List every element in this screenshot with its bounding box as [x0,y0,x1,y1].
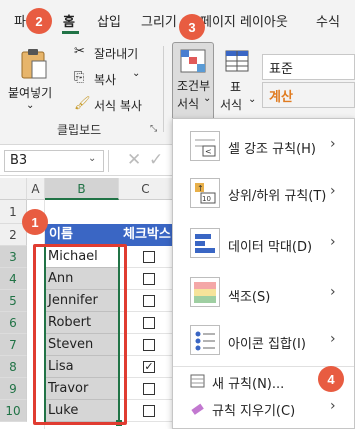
checkbox-cell [119,246,173,268]
row-header-7[interactable]: 7 [0,334,27,356]
checkbox-cell [119,334,173,356]
row-header-6[interactable]: 6 [0,312,27,334]
checkbox-cell: ✓ [119,356,173,378]
table-format-label-2: 서식 [220,98,243,112]
tab-insert[interactable]: 삽입 [97,11,121,30]
row-header-3[interactable]: 3 [0,246,27,268]
copy-icon: ⎘ [74,70,85,85]
conditional-format-label-2: 서식 [177,97,200,111]
checkbox[interactable] [143,295,155,307]
menu-item-clear-rules[interactable]: 규칙 지우기(C) [212,400,295,419]
step-badge-2: 2 [26,8,52,34]
checkbox-cell [119,312,173,334]
highlight-cells-rules-icon: < [190,131,220,161]
chevron-right-icon: › [330,284,336,300]
chevron-right-icon: › [330,136,336,152]
row-header-8[interactable]: 8 [0,356,27,378]
checkbox-checked[interactable]: ✓ [143,361,155,373]
conditional-format-button[interactable]: 조건부 서식 ⌄ [172,42,214,122]
conditional-format-icon [180,49,206,73]
highlight-box [33,244,127,425]
row-header-4[interactable]: 4 [0,268,27,290]
table-grid-icon [225,50,249,72]
icon-sets-icon [190,325,220,355]
checkbox[interactable] [143,383,155,395]
enter-check-icon[interactable]: ✓ [149,150,163,170]
column-header-c[interactable]: C [119,178,173,200]
menu-item-highlight-rules[interactable]: 셀 강조 규칙(H) [228,138,316,157]
clipboard-group-label: 클립보드 [57,123,102,137]
step-badge-4: 4 [318,366,344,392]
menu-item-data-bars[interactable]: 데이터 막대(D) [228,236,312,255]
new-rule-icon [190,374,206,393]
column-header-b[interactable]: B [45,178,119,200]
row-header-5[interactable]: 5 [0,290,27,312]
formula-divider [108,150,109,172]
checkbox[interactable] [143,405,155,417]
chevron-right-icon: › [330,398,336,414]
chevron-right-icon: › [330,331,336,347]
row-header-10[interactable]: 10 [0,400,27,422]
clipboard-paste-icon [21,49,47,79]
number-format-dropdown[interactable]: 표준 [262,54,355,80]
dialog-launcher-icon[interactable]: ⤡ [150,124,157,134]
format-painter-label: 서식 복사 [94,99,142,113]
tab-draw[interactable]: 그리기 [141,11,177,30]
checkbox[interactable] [143,317,155,329]
chevron-right-icon: › [330,234,336,250]
paste-label: 붙여넣기 [8,86,53,100]
eraser-icon [190,400,206,419]
chevron-down-icon: ⌄ [203,93,212,104]
data-bars-icon [190,228,220,258]
checkbox[interactable] [143,251,155,263]
svg-text:↑: ↑ [197,184,204,193]
header-name-cell[interactable]: 이름 [45,224,119,246]
checkbox-cell [119,268,173,290]
chevron-down-icon: ⌄ [132,68,141,79]
paste-button[interactable]: 붙여넣기 ⌄ [8,44,58,124]
menu-item-color-scales[interactable]: 색조(S) [228,286,270,305]
chevron-down-icon: ⌄ [248,94,257,105]
cancel-icon[interactable]: ✕ [127,150,141,170]
paintbrush-icon: 🖌 [74,96,91,111]
checkbox[interactable] [143,273,155,285]
menu-item-top-bottom-rules[interactable]: 상위/하위 규칙(T) [228,185,326,204]
color-scales-icon [190,277,220,307]
menu-item-new-rule[interactable]: 새 규칙(N)... [212,373,284,392]
svg-text:10: 10 [202,195,211,203]
table-format-label-1: 표 [230,80,242,94]
chevron-down-icon[interactable]: ⌄ [88,153,96,164]
tab-formulas[interactable]: 수식 [316,11,340,30]
tab-page-layout[interactable]: 페이지 레이아웃 [200,11,288,30]
conditional-format-label-1: 조건부 [177,79,211,93]
step-badge-1: 1 [22,209,48,235]
top-bottom-rules-icon: ↑ 10 [190,178,220,208]
menu-item-icon-sets[interactable]: 아이콘 집합(I) [228,333,306,352]
checkbox[interactable] [143,339,155,351]
scissors-icon: ✂ [74,44,85,59]
checkbox-cell [119,290,173,312]
svg-text:<: < [205,147,212,156]
calc-style-cell[interactable]: 계산 [262,82,355,108]
chevron-down-icon: ⌄ [26,100,35,111]
checkbox-cell [119,400,173,422]
column-header-a[interactable]: A [27,178,45,200]
tab-file[interactable]: 파 [14,11,26,30]
step-badge-3: 3 [179,14,205,40]
header-check-cell[interactable]: 체크박스 [119,224,173,246]
format-as-table-button[interactable]: 표 서식 ⌄ [218,44,258,124]
row-header-9[interactable]: 9 [0,378,27,400]
chevron-right-icon: › [330,183,336,199]
cut-label: 잘라내기 [94,47,139,61]
tab-home[interactable]: 홈 [63,11,75,30]
group-divider [163,46,164,132]
checkbox-cell [119,378,173,400]
copy-label: 복사 [94,73,117,87]
select-all-corner[interactable] [0,178,27,200]
checkmark-icon: ✓ [144,360,154,373]
tab-home-underline [62,31,79,34]
